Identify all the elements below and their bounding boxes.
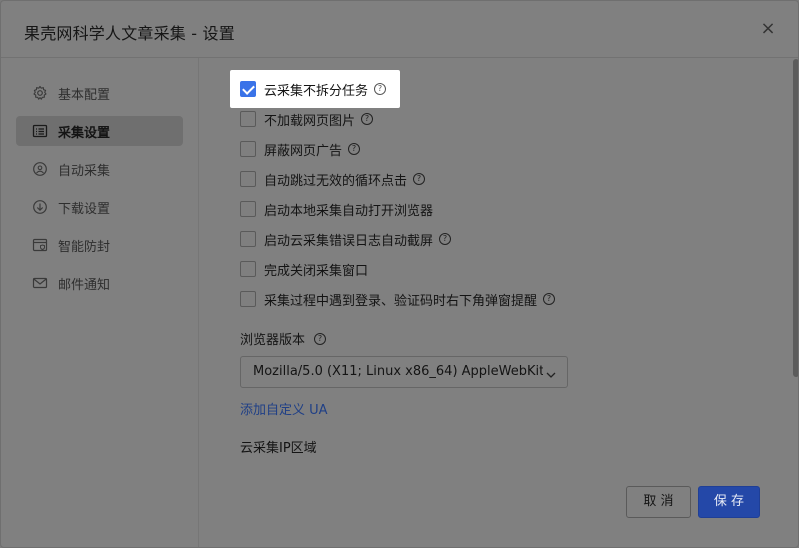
option-error-screenshot[interactable]: 启动云采集错误日志自动截屏 ? [240,229,452,249]
list-icon [32,123,48,139]
add-custom-ua-link[interactable]: 添加自定义 UA [240,399,328,418]
sidebar-item-email-notify[interactable]: 邮件通知 [16,268,183,298]
select-value: Mozilla/5.0 (X11; Linux x86_64) AppleWeb… [253,364,543,379]
chevron-down-icon [545,366,557,378]
help-icon[interactable]: ? [348,143,361,155]
option-close-window[interactable]: 完成关闭采集窗口 [240,259,368,279]
option-label: 屏蔽网页广告 [264,143,343,159]
help-icon[interactable]: ? [374,83,387,95]
settings-dialog: 果壳网科学人文章采集 - 设置 × 基本配置 采集设置 自动采集 下载设置 智能… [0,0,799,548]
option-no-images[interactable]: 不加载网页图片 ? [240,109,374,129]
save-button[interactable]: 保 存 [698,486,760,518]
sidebar-item-download-settings[interactable]: 下载设置 [16,192,183,222]
checkbox[interactable] [240,201,256,217]
cloud-ip-region-label: 云采集IP区域 [240,441,317,456]
sidebar-item-auto-collect[interactable]: 自动采集 [16,154,183,184]
sidebar-item-collect-settings[interactable]: 采集设置 [16,116,183,146]
option-label: 不加载网页图片 [264,113,356,129]
shield-card-icon [32,237,48,253]
dialog-title: 果壳网科学人文章采集 - 设置 [24,24,235,43]
option-label: 启动本地采集自动打开浏览器 [264,203,434,219]
option-login-popup-alert[interactable]: 采集过程中遇到登录、验证码时右下角弹窗提醒 ? [240,289,556,309]
help-icon[interactable]: ? [543,293,556,305]
checkbox[interactable] [240,141,256,157]
option-label: 启动云采集错误日志自动截屏 [264,233,434,249]
checkbox[interactable] [240,261,256,277]
option-cloud-no-split[interactable]: 云采集不拆分任务 ? [240,79,387,99]
robot-icon [32,161,48,177]
browser-version-select[interactable]: Mozilla/5.0 (X11; Linux x86_64) AppleWeb… [240,356,568,388]
sidebar-item-label: 智能防封 [58,240,111,255]
download-icon [32,199,48,215]
checkbox-checked[interactable] [240,81,256,97]
checkbox[interactable] [240,231,256,247]
checkbox[interactable] [240,291,256,307]
option-label: 云采集不拆分任务 [264,83,369,99]
section-label-text: 浏览器版本 [240,333,306,348]
close-icon[interactable]: × [759,20,777,38]
settings-sidebar: 基本配置 采集设置 自动采集 下载设置 智能防封 邮件通知 [1,58,199,547]
mail-icon [32,275,48,291]
content-scrollbar[interactable] [793,59,798,377]
cancel-button[interactable]: 取 消 [626,486,691,518]
gear-icon [32,85,48,101]
help-icon[interactable]: ? [439,233,452,245]
sidebar-item-label: 下载设置 [58,202,111,217]
sidebar-item-basic-config[interactable]: 基本配置 [16,78,183,108]
sidebar-item-anti-block[interactable]: 智能防封 [16,230,183,260]
option-open-browser[interactable]: 启动本地采集自动打开浏览器 [240,199,433,219]
checkbox[interactable] [240,111,256,127]
option-label: 自动跳过无效的循环点击 [264,173,408,189]
checkbox[interactable] [240,171,256,187]
option-highlight: 云采集不拆分任务 ? [230,70,400,108]
option-block-ads[interactable]: 屏蔽网页广告 ? [240,139,361,159]
help-icon[interactable]: ? [413,173,426,185]
sidebar-item-label: 基本配置 [58,88,111,103]
dialog-header: 果壳网科学人文章采集 - 设置 × [1,1,798,58]
help-icon[interactable]: ? [314,332,327,345]
option-skip-invalid-loop[interactable]: 自动跳过无效的循环点击 ? [240,169,426,189]
help-icon[interactable]: ? [361,113,374,125]
browser-version-label: 浏览器版本 ? [240,329,327,348]
sidebar-item-label: 邮件通知 [58,278,111,293]
sidebar-item-label: 自动采集 [58,164,111,179]
sidebar-item-label: 采集设置 [58,126,111,141]
option-label: 采集过程中遇到登录、验证码时右下角弹窗提醒 [264,293,538,309]
option-label: 完成关闭采集窗口 [264,263,369,279]
